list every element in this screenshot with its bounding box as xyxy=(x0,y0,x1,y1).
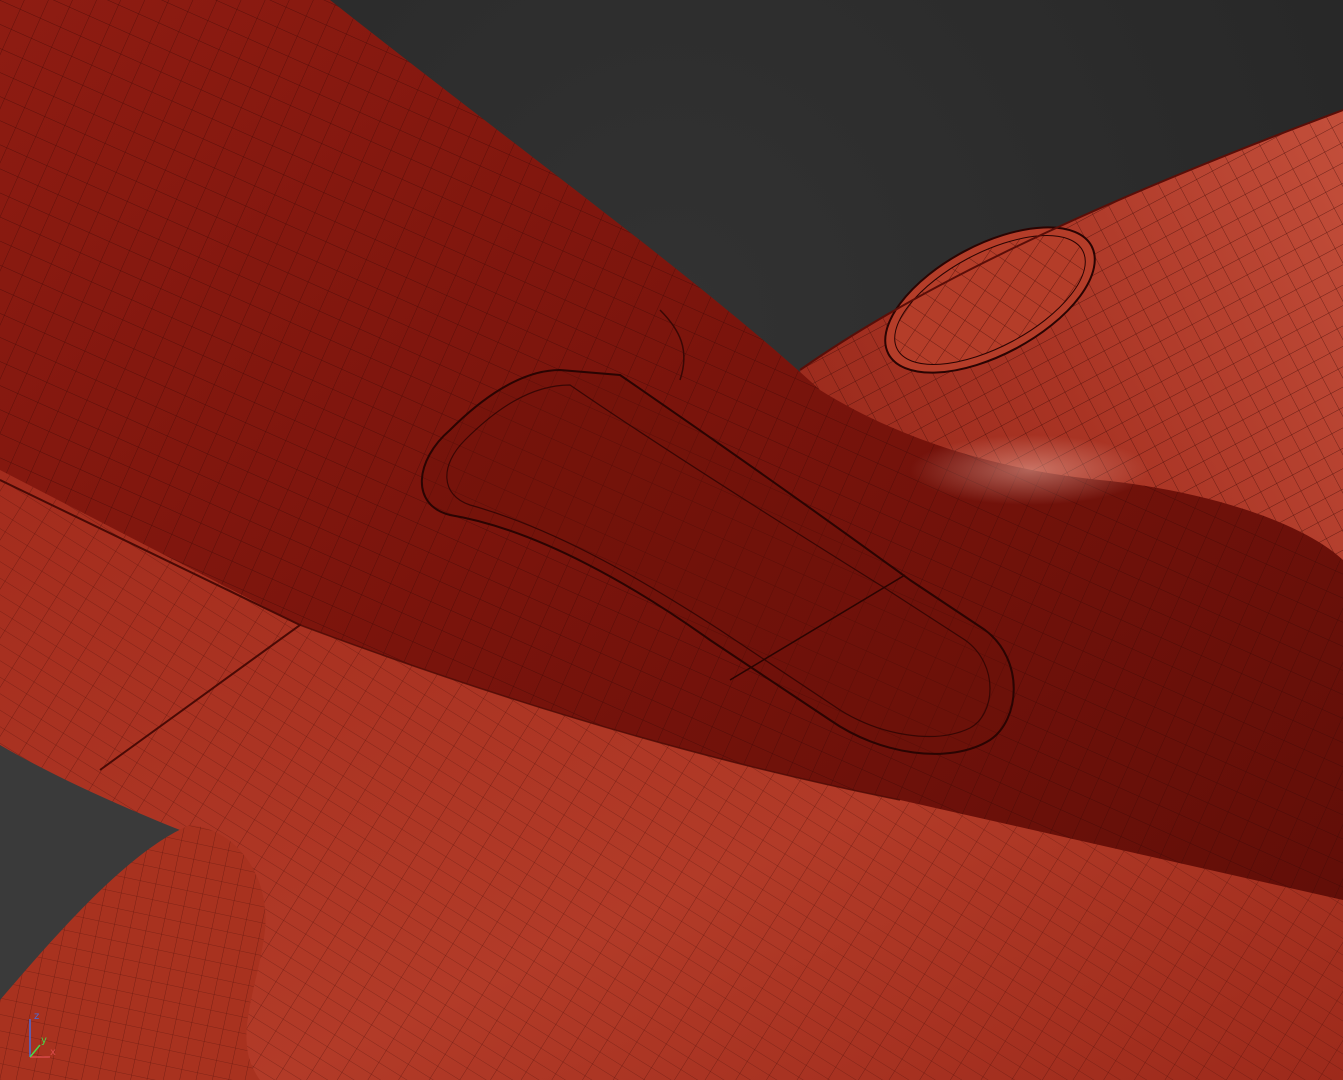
3d-viewport[interactable]: z x y xyxy=(0,0,1343,1080)
x-axis-label: x xyxy=(50,1047,56,1058)
z-axis-label: z xyxy=(34,1011,39,1022)
axis-gizmo: z x y xyxy=(29,1011,56,1058)
mesh-render[interactable] xyxy=(0,0,1343,1080)
y-axis-label: y xyxy=(41,1035,47,1046)
y-axis-line xyxy=(29,1044,41,1058)
